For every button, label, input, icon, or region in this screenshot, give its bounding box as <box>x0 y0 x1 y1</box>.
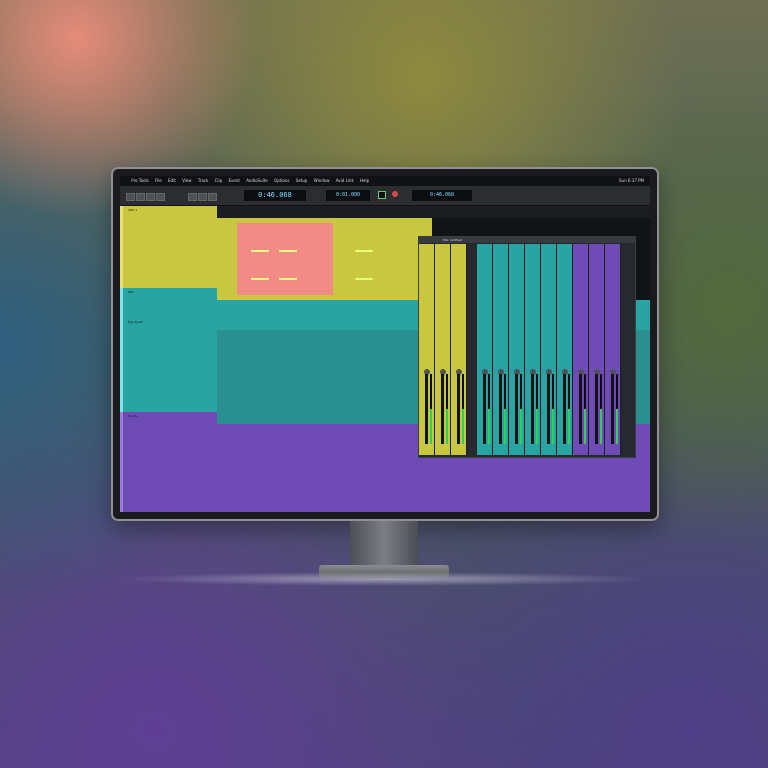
fader-track[interactable] <box>547 374 550 444</box>
level-meter <box>616 374 618 444</box>
status-counter: 0:46.068 <box>412 190 472 201</box>
mixer-strip <box>435 244 451 455</box>
monitor: Pro Tools File Edit View Track Clip Even… <box>111 167 659 521</box>
track-color <box>120 318 123 412</box>
edit-tool-icon[interactable] <box>208 193 217 201</box>
mixer-title: Mix: Untitled <box>419 237 635 243</box>
waveform <box>279 250 297 252</box>
menu-item-edit[interactable]: Edit <box>168 176 176 186</box>
level-meter <box>520 374 522 444</box>
mixer-strip <box>541 244 557 455</box>
mixer-strip <box>573 244 589 455</box>
track-name: VOX 1 <box>128 208 138 212</box>
track-color <box>120 412 123 512</box>
mixer-strip <box>557 244 573 455</box>
fader-track[interactable] <box>595 374 598 444</box>
floor-shadow <box>118 572 650 586</box>
track-list: VOX 1 Pad Key Synth Drums <box>120 206 217 512</box>
waveform <box>279 278 297 280</box>
transport-button[interactable] <box>136 193 145 201</box>
menu-bar: Pro Tools File Edit View Track Clip Even… <box>120 176 650 186</box>
screen: Pro Tools File Edit View Track Clip Even… <box>120 176 650 512</box>
transport-button[interactable] <box>126 193 135 201</box>
fader-track[interactable] <box>441 374 444 444</box>
menu-item-file[interactable]: File <box>155 176 162 186</box>
transport-button[interactable] <box>146 193 155 201</box>
clock: Sun 6:37 PM <box>619 178 644 183</box>
app-name[interactable]: Pro Tools <box>131 176 148 186</box>
menu-item-help[interactable]: Help <box>360 176 369 186</box>
track-color <box>120 206 123 288</box>
level-meter <box>504 374 506 444</box>
menu-item-clip[interactable]: Clip <box>215 176 223 186</box>
track-vox[interactable]: VOX 1 <box>120 206 217 288</box>
mixer-strip <box>493 244 509 455</box>
mixer-strip <box>605 244 621 455</box>
mixer-strip <box>477 244 493 455</box>
level-meter <box>568 374 570 444</box>
selected-clip[interactable] <box>237 223 333 295</box>
level-meter <box>536 374 538 444</box>
track-name: Key Synth <box>128 320 144 324</box>
level-meter <box>488 374 490 444</box>
main-counter: 0:46.068 <box>244 190 306 201</box>
fader-track[interactable] <box>483 374 486 444</box>
monitor-stand <box>350 521 418 566</box>
menu-item-view[interactable]: View <box>182 176 192 186</box>
menu-item-avid-link[interactable]: Avid Link <box>336 176 354 186</box>
waveform <box>355 278 373 280</box>
record-icon[interactable] <box>392 191 398 197</box>
waveform <box>251 278 269 280</box>
fader-track[interactable] <box>499 374 502 444</box>
fader-track[interactable] <box>611 374 614 444</box>
level-meter <box>430 374 432 444</box>
play-icon[interactable] <box>378 191 386 199</box>
fader-track[interactable] <box>425 374 428 444</box>
waveform <box>251 250 269 252</box>
mixer-strip <box>589 244 605 455</box>
sub-counter: 0:01.000 <box>326 190 370 201</box>
mixer-strip <box>525 244 541 455</box>
mixer-strip <box>419 244 435 455</box>
track-drums[interactable]: Drums <box>120 412 217 512</box>
transport-bar: 0:46.068 0:01.000 0:46.068 <box>120 186 650 206</box>
fader-track[interactable] <box>457 374 460 444</box>
track-pad[interactable]: Pad <box>120 288 217 318</box>
level-meter <box>462 374 464 444</box>
edit-tool-icon[interactable] <box>188 193 197 201</box>
level-meter <box>446 374 448 444</box>
level-meter <box>552 374 554 444</box>
menu-item-window[interactable]: Window <box>314 176 330 186</box>
track-name: Pad <box>128 290 134 294</box>
menu-item-setup[interactable]: Setup <box>296 176 308 186</box>
transport-button[interactable] <box>156 193 165 201</box>
fader-track[interactable] <box>579 374 582 444</box>
track-color <box>120 288 123 318</box>
mixer-strip <box>509 244 525 455</box>
waveform <box>355 250 373 252</box>
mixer-strip <box>451 244 467 455</box>
fader-track[interactable] <box>515 374 518 444</box>
edit-tool-icon[interactable] <box>198 193 207 201</box>
fader-track[interactable] <box>563 374 566 444</box>
menu-item-event[interactable]: Event <box>228 176 239 186</box>
menu-item-audiosuite[interactable]: AudioSuite <box>246 176 268 186</box>
menu-item-options[interactable]: Options <box>274 176 289 186</box>
track-name: Drums <box>128 414 138 418</box>
fader-track[interactable] <box>531 374 534 444</box>
track-key-synth[interactable]: Key Synth <box>120 318 217 412</box>
menu-item-track[interactable]: Track <box>198 176 208 186</box>
mixer-window: Mix: Untitled <box>418 236 636 458</box>
level-meter <box>600 374 602 444</box>
level-meter <box>584 374 586 444</box>
